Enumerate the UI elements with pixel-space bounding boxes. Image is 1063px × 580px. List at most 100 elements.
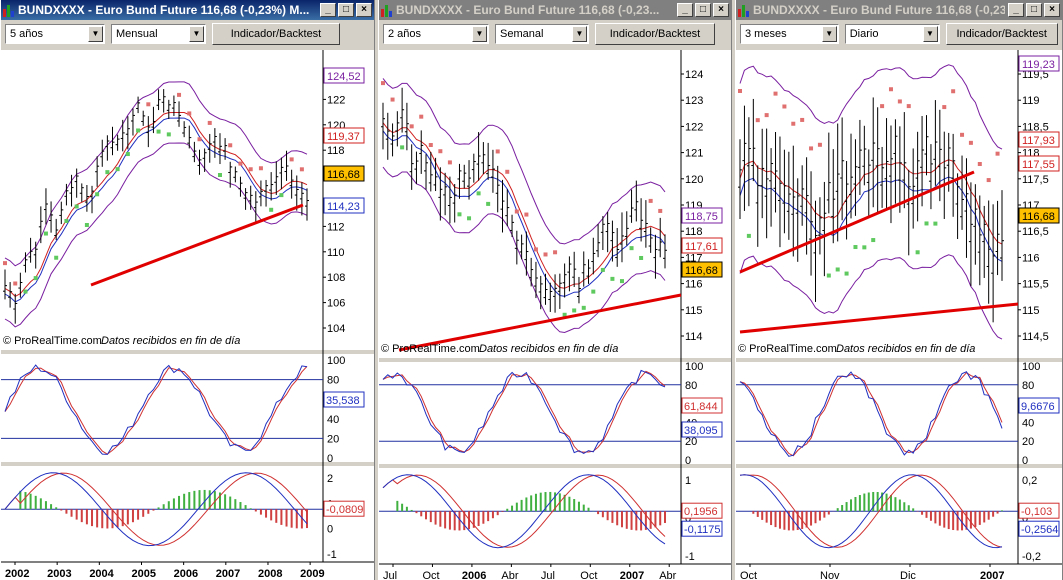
watermark: © ProRealTime.com: [381, 343, 480, 355]
indicator-backtest-button[interactable]: Indicador/Backtest: [212, 23, 340, 45]
sar-dot: [629, 246, 634, 251]
price-axis-label: 116: [1022, 252, 1040, 264]
sar-dot: [486, 201, 491, 206]
indicator-backtest-button[interactable]: Indicador/Backtest: [595, 23, 715, 45]
sar-dot: [809, 146, 814, 151]
price-axis-label: 119: [1022, 95, 1040, 107]
macd-axis-label: 0,2: [1022, 475, 1037, 487]
price-axis-label: 110: [327, 247, 345, 259]
sar-dot: [438, 149, 443, 154]
chevron-down-icon[interactable]: ▼: [922, 26, 938, 42]
minimize-button[interactable]: _: [1008, 3, 1024, 17]
sar-dot: [23, 289, 28, 294]
close-button[interactable]: ×: [356, 3, 372, 17]
x-axis-label: 2003: [47, 568, 71, 580]
chart-window-weekly[interactable]: BUNDXXXX - Euro Bund Future 116,68 (-0,2…: [378, 0, 732, 580]
price-axis-label: 123: [685, 95, 703, 107]
chevron-down-icon[interactable]: ▼: [572, 26, 587, 42]
panel-separator[interactable]: [379, 358, 732, 362]
sar-dot: [146, 102, 151, 107]
price-badge-upper-label: 124,52: [327, 71, 361, 83]
chart-svg[interactable]: 124122120118116114112110108106104124,521…: [1, 50, 375, 580]
period-select[interactable]: 2 años ▼: [383, 24, 489, 44]
x-axis-label: Nov: [820, 570, 840, 580]
sar-dot: [136, 128, 141, 133]
chevron-down-icon[interactable]: ▼: [821, 26, 837, 42]
price-badge-mid2-label: 117,55: [1022, 159, 1055, 171]
panel-separator[interactable]: [736, 464, 1063, 468]
price-axis-label: 120: [685, 174, 703, 186]
chart-svg[interactable]: 124123122121120119118117116115114118,751…: [379, 50, 732, 580]
sar-dot: [258, 166, 263, 171]
trendline[interactable]: [739, 302, 1019, 334]
chart-toolbar: 5 años ▼ Mensual ▼ Indicador/Backtest: [1, 20, 374, 48]
sar-dot: [3, 261, 7, 266]
chart-svg[interactable]: 119,5119118,5118117,5117116,5116115,5115…: [736, 50, 1063, 580]
stochastic-axis-label: 40: [1022, 417, 1034, 429]
macd-axis-label: -1: [327, 549, 337, 561]
sar-dot: [977, 162, 982, 167]
period-select[interactable]: 3 meses ▼: [740, 24, 839, 44]
sar-dot: [74, 204, 79, 209]
sar-dot: [84, 222, 89, 227]
sar-dot: [800, 117, 805, 122]
panel-separator[interactable]: [379, 464, 732, 468]
panel-separator[interactable]: [736, 358, 1063, 362]
sar-dot: [853, 245, 858, 250]
chart-window-monthly[interactable]: BUNDXXXX - Euro Bund Future 116,68 (-0,2…: [0, 0, 375, 580]
close-button[interactable]: ×: [1044, 3, 1060, 17]
moving-average-line: [739, 176, 1003, 262]
stochastic-axis-label: 0: [327, 453, 333, 465]
interval-select[interactable]: Diario ▼: [844, 24, 940, 44]
chevron-down-icon[interactable]: ▼: [88, 26, 103, 42]
minimize-button[interactable]: _: [677, 3, 693, 17]
sar-dot: [514, 209, 519, 214]
maximize-button[interactable]: □: [695, 3, 711, 17]
x-axis-label: 2008: [258, 568, 282, 580]
macd-axis-label: 2: [327, 473, 333, 485]
stochastic-axis-label: 0: [685, 455, 691, 467]
panel-separator[interactable]: [1, 462, 375, 466]
close-button[interactable]: ×: [713, 3, 729, 17]
x-axis-label: Abr: [501, 570, 518, 580]
interval-select[interactable]: Semanal ▼: [495, 24, 589, 44]
window-titlebar[interactable]: BUNDXXXX - Euro Bund Future 116,68 (-0,2…: [379, 0, 731, 20]
sar-dot: [826, 273, 831, 278]
indicator-backtest-button[interactable]: Indicador/Backtest: [945, 23, 1058, 45]
maximize-button[interactable]: □: [338, 3, 354, 17]
trendline[interactable]: [90, 203, 304, 287]
sar-dot: [782, 104, 787, 109]
sar-dot: [125, 152, 130, 157]
stochastic-axis-label: 20: [1022, 436, 1034, 448]
sar-dot: [447, 160, 452, 165]
window-titlebar[interactable]: BUNDXXXX - Euro Bund Future 116,68 (-0,2…: [736, 0, 1062, 20]
x-axis-label: Oct: [580, 570, 597, 580]
maximize-button[interactable]: □: [1026, 3, 1042, 17]
chart-window-daily[interactable]: BUNDXXXX - Euro Bund Future 116,68 (-0,2…: [735, 0, 1063, 580]
macd-badge-upper-label: -0,103: [1021, 506, 1052, 518]
price-axis-label: 121: [685, 148, 703, 160]
chart-area[interactable]: 124 123 122 121 120 119 118 117 116 115 114 118,75 1…: [379, 50, 731, 580]
sar-dot: [968, 140, 973, 145]
minimize-button[interactable]: _: [320, 3, 336, 17]
chevron-down-icon[interactable]: ▼: [472, 26, 487, 42]
chart-area[interactable]: 119,5 119 118,5 118 117,5 117 116,5 116 115,5 115…: [736, 50, 1062, 580]
macd-axis-label: 0: [327, 524, 333, 536]
chart-toolbar: 3 meses ▼ Diario ▼ Indicador/Backtest: [736, 20, 1062, 48]
price-axis-label: 115: [1022, 305, 1040, 317]
window-titlebar[interactable]: BUNDXXXX - Euro Bund Future 116,68 (-0,2…: [1, 0, 374, 20]
panel-separator[interactable]: [1, 350, 375, 354]
chevron-down-icon[interactable]: ▼: [189, 26, 204, 42]
period-select[interactable]: 5 años ▼: [5, 24, 105, 44]
price-axis-label: 116,5: [1022, 226, 1049, 238]
sar-dot: [217, 172, 222, 177]
x-axis-label: 2006: [174, 568, 198, 580]
interval-select[interactable]: Mensual ▼: [111, 24, 206, 44]
sar-dot: [933, 221, 938, 226]
stochastic-axis-label: 0: [1022, 455, 1028, 467]
price-axis-label: 114,5: [1022, 331, 1049, 343]
watermark-note: Datos recibidos en fin de día: [479, 343, 618, 355]
chart-area[interactable]: 124122120118116114112110108106104124,521…: [1, 50, 374, 580]
stochastic-axis-label: 100: [685, 361, 703, 373]
sar-dot: [639, 255, 644, 260]
